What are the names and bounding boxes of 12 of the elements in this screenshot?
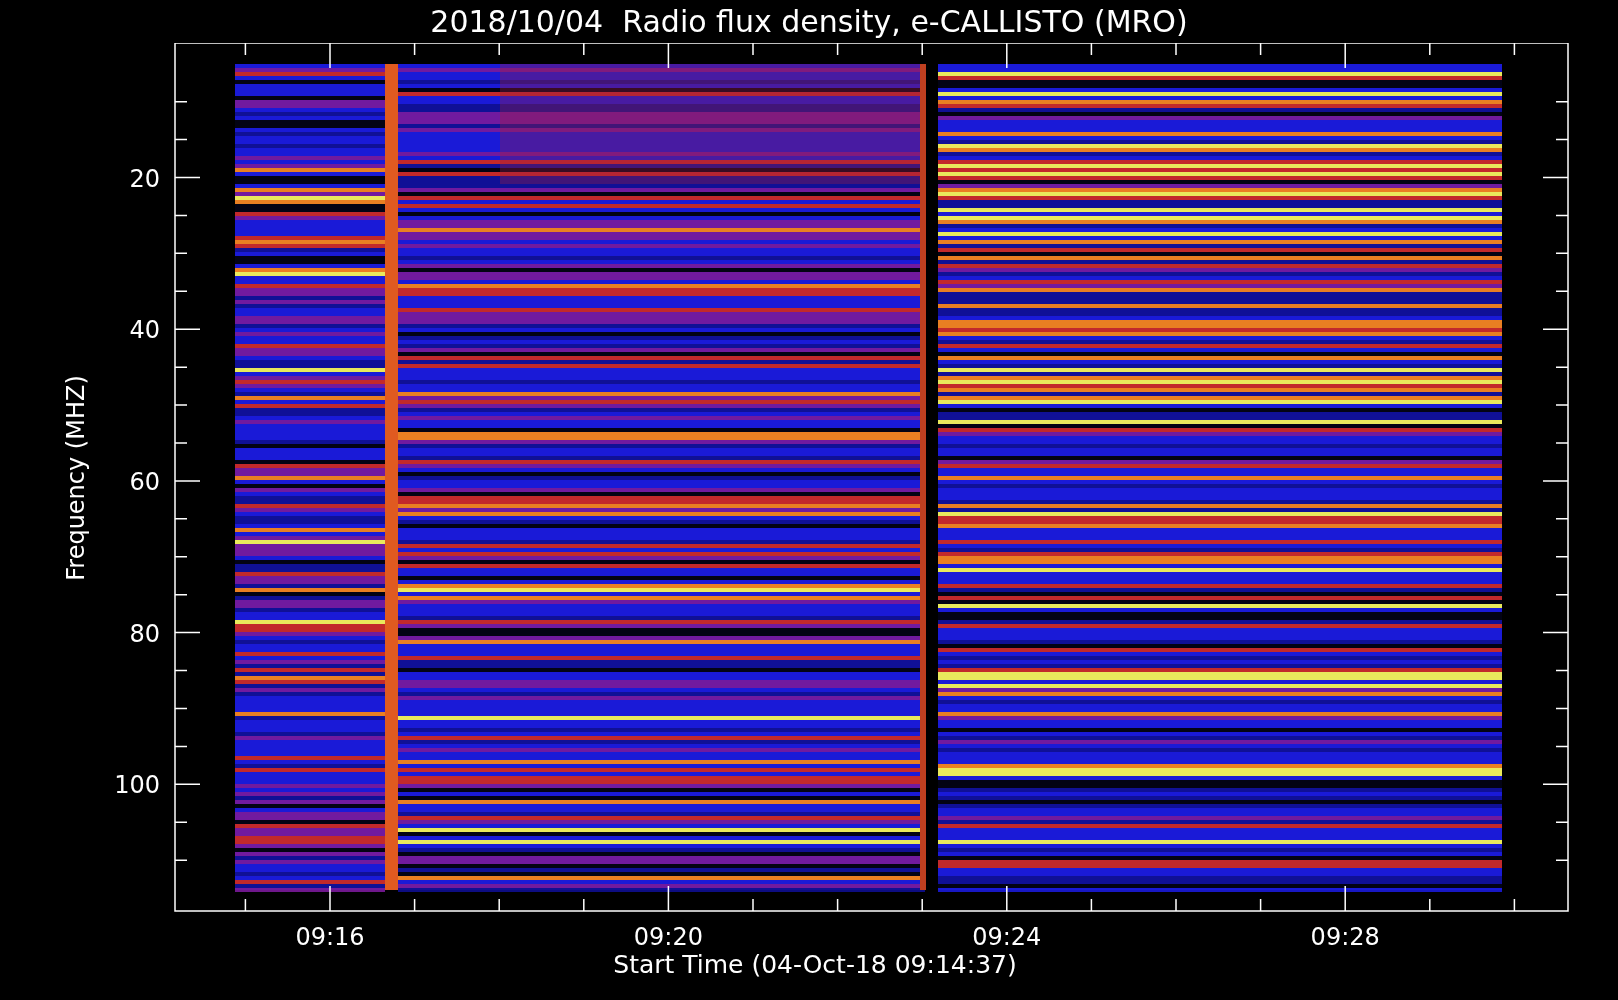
tick-label: 09:20	[633, 923, 703, 950]
tick-label: 80	[129, 619, 160, 648]
tick-label: 100	[114, 771, 160, 800]
axis-label: Start Time (04-Oct-18 09:14:37)	[613, 950, 1017, 980]
tick-label: 09:28	[1310, 923, 1380, 950]
tick-label: 20	[129, 164, 160, 193]
chart-title: 2018/10/04 Radio flux density, e-CALLISTO (MRO)	[430, 3, 1188, 40]
tick-label: 09:16	[295, 923, 365, 950]
tick-label: 60	[129, 467, 160, 496]
axis-label: Frequency (MHZ)	[62, 375, 90, 581]
tick-label: 40	[129, 316, 160, 345]
tick-label: 09:24	[972, 923, 1042, 950]
